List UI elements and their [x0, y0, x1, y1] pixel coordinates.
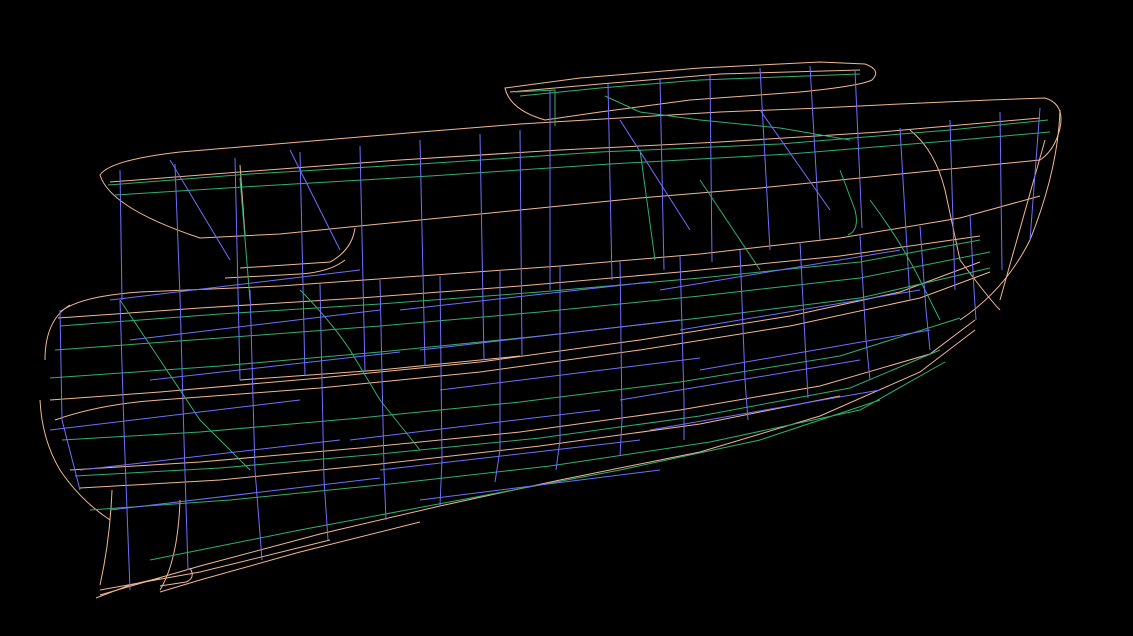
station-curves	[49, 65, 1041, 591]
3d-viewport[interactable]	[0, 0, 1133, 636]
chine-line-upper	[49, 261, 981, 401]
keel-line	[99, 329, 976, 596]
boat-wireframe-model	[39, 61, 1062, 599]
